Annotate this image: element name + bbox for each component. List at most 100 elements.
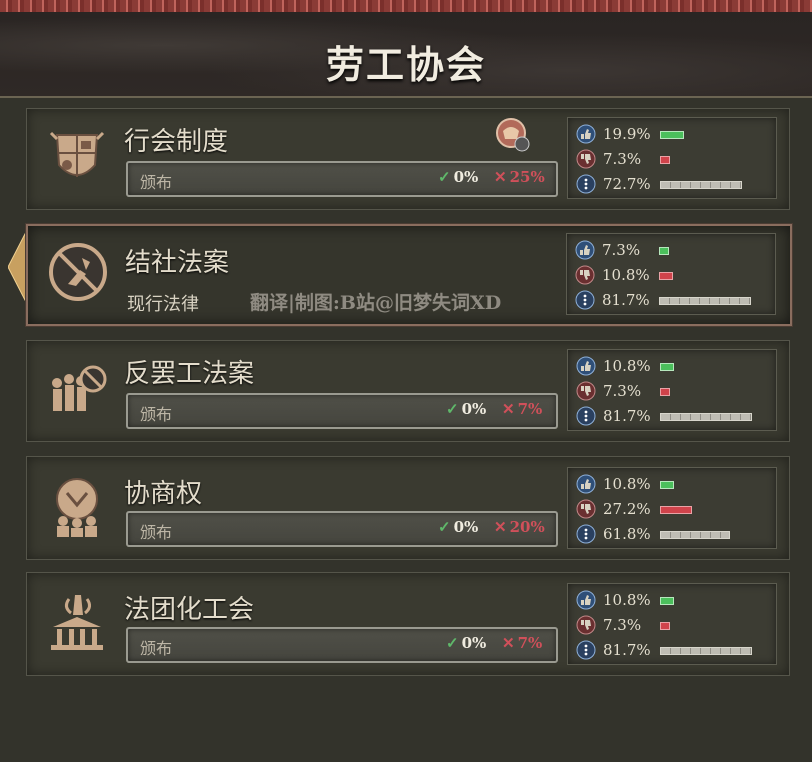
disapprove-value: 10.8% [602,266,650,284]
approve-value: 10.8% [603,591,651,609]
support-row-disapprove: 10.8% [575,263,775,287]
interest-group-icon[interactable] [495,117,531,153]
panel-header: 劳工协会 [0,12,812,98]
neutral-value: 72.7% [603,175,651,193]
disapprove-value: 7.3% [603,150,642,168]
support-row-approve: 10.8% [576,472,776,496]
approve-value: 7.3% [602,241,641,259]
disapprove-bar [660,622,670,630]
neutral-icon [576,524,596,544]
check-icon: ✓ [446,400,459,418]
approve-value: 19.9% [603,125,651,143]
support-row-disapprove: 7.3% [576,147,776,171]
pass-chance: ✓ 0% [446,634,487,652]
support-row-neutral: 81.7% [575,288,775,312]
fail-chance: ✕ 7% [502,400,543,418]
enact-button[interactable]: 颁布 ✓ 0% ✕ 25% [126,161,558,197]
neutral-value: 81.7% [603,641,651,659]
neutral-icon [576,406,596,426]
neutral-bar [660,531,730,539]
check-icon: ✓ [446,634,459,652]
page-title: 劳工协会 [325,42,486,87]
support-breakdown: 10.8% 7.3% 81.7% [567,583,777,665]
law-card-association-act[interactable]: 结社法案 现行法律 翻译|制图:B站@旧梦失词XD 7.3% 10.8% 81.7% [26,224,792,326]
approve-value: 10.8% [603,357,651,375]
support-breakdown: 19.9% 7.3% 72.7% [567,117,777,199]
support-row-approve: 19.9% [576,122,776,146]
disapprove-value: 27.2% [603,500,651,518]
law-card-corporate-union[interactable]: 法团化工会 颁布 ✓ 0% ✕ 7% 10.8% 7.3% 81.7% [26,572,790,676]
enact-button[interactable]: 颁布 ✓ 0% ✕ 7% [126,393,558,429]
neutral-value: 61.8% [603,525,651,543]
support-row-approve: 10.8% [576,588,776,612]
neutral-icon [576,640,596,660]
approve-icon [576,124,596,144]
check-icon: ✓ [438,168,451,186]
support-breakdown: 10.8% 27.2% 61.8% [567,467,777,549]
bargaining-icon [56,478,98,537]
approve-bar [660,597,674,605]
approve-value: 10.8% [603,475,651,493]
disapprove-icon [576,499,596,519]
support-breakdown: 7.3% 10.8% 81.7% [566,233,776,315]
enact-label: 颁布 [140,173,173,192]
disapprove-icon [576,615,596,635]
pass-chance: ✓ 0% [446,400,487,418]
anti-strike-icon [52,365,107,411]
disapprove-bar [660,388,670,396]
neutral-value: 81.7% [603,407,651,425]
neutral-value: 81.7% [602,291,650,309]
approve-icon [576,474,596,494]
enact-label: 颁布 [140,639,173,658]
guild-shield-icon [49,131,105,177]
pass-chance: ✓ 0% [438,168,479,186]
support-row-neutral: 61.8% [576,522,776,546]
selected-arrow-icon [8,232,26,302]
disapprove-icon [576,381,596,401]
neutral-bar [660,647,752,655]
fail-chance: ✕ 20% [494,518,545,536]
enact-label: 颁布 [140,523,173,542]
support-row-approve: 7.3% [575,238,775,262]
support-row-disapprove: 7.3% [576,613,776,637]
law-name: 行会制度 [124,127,229,157]
approve-bar [660,363,674,371]
disapprove-bar [660,156,670,164]
support-row-neutral: 72.7% [576,172,776,196]
watermark: 翻译|制图:B站@旧梦失词XD [250,292,502,314]
support-row-disapprove: 27.2% [576,497,776,521]
disapprove-icon [575,265,595,285]
disapprove-value: 7.3% [603,382,642,400]
neutral-bar [659,297,751,305]
disapprove-value: 7.3% [603,616,642,634]
fail-chance: ✕ 25% [494,168,545,186]
disapprove-icon [576,149,596,169]
enact-button[interactable]: 颁布 ✓ 0% ✕ 20% [126,511,558,547]
support-breakdown: 10.8% 7.3% 81.7% [567,349,777,431]
law-card-anti-strike-act[interactable]: 反罢工法案 颁布 ✓ 0% ✕ 7% 10.8% 7.3% 81.7% [26,340,790,442]
check-icon: ✓ [438,518,451,536]
cross-icon: ✕ [502,400,515,418]
enact-button[interactable]: 颁布 ✓ 0% ✕ 7% [126,627,558,663]
support-row-disapprove: 7.3% [576,379,776,403]
top-decorative-border [0,0,812,12]
law-card-guild-system[interactable]: 行会制度 颁布 ✓ 0% ✕ 25% 19.9% 7.3% 72.7% [26,108,790,210]
approve-bar [659,247,669,255]
support-row-neutral: 81.7% [576,404,776,428]
support-row-approve: 10.8% [576,354,776,378]
approve-bar [660,131,684,139]
cross-icon: ✕ [502,634,515,652]
cross-icon: ✕ [494,518,507,536]
approve-icon [576,356,596,376]
neutral-bar [660,413,752,421]
law-name: 反罢工法案 [124,359,255,389]
law-card-bargaining-right[interactable]: 协商权 颁布 ✓ 0% ✕ 20% 10.8% 27.2% 61.8% [26,456,790,560]
support-row-neutral: 81.7% [576,638,776,662]
neutral-icon [575,290,595,310]
approve-icon [576,590,596,610]
law-name: 法团化工会 [124,595,255,625]
approve-bar [660,481,674,489]
neutral-bar [660,181,742,189]
law-name: 结社法案 [125,248,230,278]
corporate-union-icon [51,595,103,650]
